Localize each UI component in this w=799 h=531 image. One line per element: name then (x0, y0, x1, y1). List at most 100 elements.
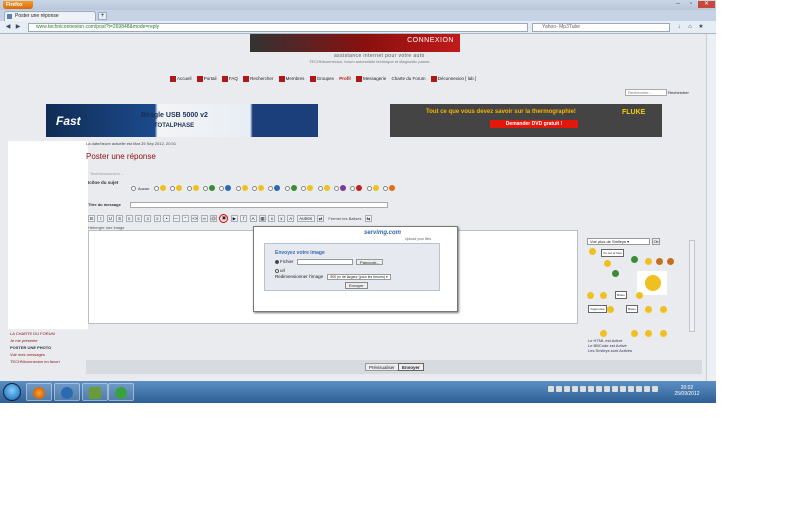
maximize-icon[interactable]: ▫ (685, 1, 697, 8)
align-right-button[interactable]: ≡ (144, 215, 152, 222)
tray-icon[interactable] (556, 386, 562, 392)
tray-icon[interactable] (548, 386, 554, 392)
smiley-icon[interactable] (656, 258, 663, 265)
smiley-icon[interactable] (587, 292, 594, 299)
icon-radio[interactable] (252, 185, 258, 191)
icon-radio[interactable] (301, 185, 307, 191)
site-logo[interactable]: CONNEXION (250, 34, 460, 52)
icon-radio[interactable] (366, 185, 372, 191)
sidebar-link-charte[interactable]: LA CHARTE DU FORUM (10, 330, 60, 337)
preview-button[interactable]: Prévisualiser (365, 363, 399, 371)
sup-button[interactable]: x (277, 215, 285, 222)
smiley-icon[interactable] (600, 292, 607, 299)
banner-fluke[interactable]: Tout ce que vous devez savoir sur la the… (390, 104, 662, 137)
insert-image-button[interactable]: ▣ (219, 214, 229, 223)
big-smiley-icon[interactable] (637, 271, 667, 295)
quote-button[interactable]: " (181, 215, 189, 222)
icon-radio[interactable] (284, 185, 290, 191)
sidebar-link-presente[interactable]: Je me présente (10, 337, 60, 344)
sidebar-link-photo[interactable]: POSTER UNE PHOTO (10, 344, 60, 351)
smiley-icon[interactable] (612, 270, 619, 277)
underline-button[interactable]: U (106, 215, 114, 222)
minimize-icon[interactable]: – (672, 1, 684, 8)
bold-button[interactable]: B (88, 215, 95, 222)
page-scrollbar[interactable] (706, 34, 716, 381)
tray-icon[interactable] (572, 386, 578, 392)
menu-item-faq[interactable]: FAQ (221, 75, 238, 82)
smileys-ok-button[interactable]: Ok (652, 238, 660, 245)
close-icon[interactable]: ✕ (698, 1, 715, 8)
banner-totalphase[interactable]: Fast Beagle USB 5000 v2 TOTALPHASE (46, 104, 318, 137)
smileys-scrollbar[interactable] (689, 240, 695, 332)
breadcrumb[interactable]: Techniconnexion ... (90, 171, 124, 176)
smiley-sign[interactable]: Bravo (615, 291, 627, 299)
smiley-icon[interactable] (660, 306, 667, 313)
title-input[interactable] (130, 202, 388, 208)
icon-radio[interactable] (170, 185, 176, 191)
bookmark-icon[interactable]: ★ (697, 24, 705, 31)
hr-button[interactable]: — (172, 215, 180, 222)
menu-item-accueil[interactable]: Accueil (170, 75, 192, 82)
icon-radio[interactable] (350, 185, 356, 191)
justify-button[interactable]: ≡ (153, 215, 161, 222)
menu-item-messagerie[interactable]: Messagerie (355, 75, 386, 82)
menu-item-groupes[interactable]: Groupes (309, 75, 334, 82)
tray-icon[interactable] (628, 386, 634, 392)
banner-cta-button[interactable]: Demander DVD gratuit ! (490, 120, 578, 128)
align-center-button[interactable]: ≡ (134, 215, 142, 222)
smiley-icon[interactable] (600, 330, 607, 337)
new-tab-button[interactable]: + (98, 12, 107, 20)
menu-item-charte[interactable]: Charte du Forum (392, 76, 426, 81)
back-arrow-icon[interactable]: ◀ (4, 24, 12, 31)
smiley-sign[interactable]: I'm out of here (601, 249, 625, 257)
icon-radio-none[interactable] (131, 185, 136, 191)
align-left-button[interactable]: ≡ (125, 215, 133, 222)
smiley-icon[interactable] (645, 306, 652, 313)
site-search-button[interactable]: Rechercher (668, 90, 689, 95)
smiley-icon[interactable] (607, 306, 614, 313)
menu-item-deconnexion[interactable]: Déconnexion [ lab ] (430, 75, 476, 82)
email-button[interactable]: @ (210, 215, 218, 222)
source-button[interactable]: ⇄ (316, 215, 324, 222)
others-button[interactable]: Autres (296, 215, 315, 222)
icon-radio[interactable] (186, 185, 192, 191)
flash-button[interactable]: f (240, 215, 248, 222)
tray-icon[interactable] (620, 386, 626, 392)
forward-arrow-icon[interactable]: ▶ (14, 24, 22, 31)
tray-icon[interactable] (596, 386, 602, 392)
icon-radio[interactable] (317, 185, 323, 191)
link-button[interactable]: ∞ (200, 215, 208, 222)
icon-radio[interactable] (383, 185, 389, 191)
smiley-sign[interactable]: Bravo (626, 305, 638, 313)
toggle-mode-button[interactable]: ⇆ (364, 215, 372, 222)
file-radio[interactable] (275, 260, 279, 264)
tray-icon[interactable] (652, 386, 658, 392)
tray-icon[interactable] (564, 386, 570, 392)
site-search-input[interactable]: Rechercher... (625, 89, 667, 96)
color-button[interactable]: A (249, 215, 257, 222)
strike-button[interactable]: S (116, 215, 124, 222)
taskbar-utorrent[interactable] (108, 383, 134, 401)
clock[interactable]: 20:02 25/09/2012 (672, 385, 702, 397)
icon-radio[interactable] (202, 185, 208, 191)
code-button[interactable]: <> (191, 215, 199, 222)
tray-icon[interactable] (612, 386, 618, 392)
url-radio[interactable] (275, 268, 279, 273)
more-smileys-select[interactable]: Voir plus de Smileys ▾ (587, 238, 650, 245)
tray-icon[interactable] (636, 386, 642, 392)
file-input[interactable] (296, 259, 353, 265)
italic-button[interactable]: I (97, 215, 105, 222)
smiley-icon[interactable] (631, 256, 638, 263)
icon-radio[interactable] (334, 185, 340, 191)
home-icon[interactable]: ⌂ (686, 24, 694, 31)
menu-item-rechercher[interactable]: Rechercher (243, 75, 273, 82)
smiley-icon[interactable] (636, 292, 643, 299)
smiley-icon[interactable] (604, 260, 611, 267)
font-size-button[interactable]: A (287, 215, 295, 222)
smiley-icon[interactable] (631, 330, 638, 337)
tray-icon[interactable] (588, 386, 594, 392)
taskbar-teamviewer[interactable] (54, 383, 80, 401)
tab-poster-reponse[interactable]: Poster une réponse (4, 11, 96, 21)
icon-radio[interactable] (219, 185, 225, 191)
tray-icon[interactable] (644, 386, 650, 392)
